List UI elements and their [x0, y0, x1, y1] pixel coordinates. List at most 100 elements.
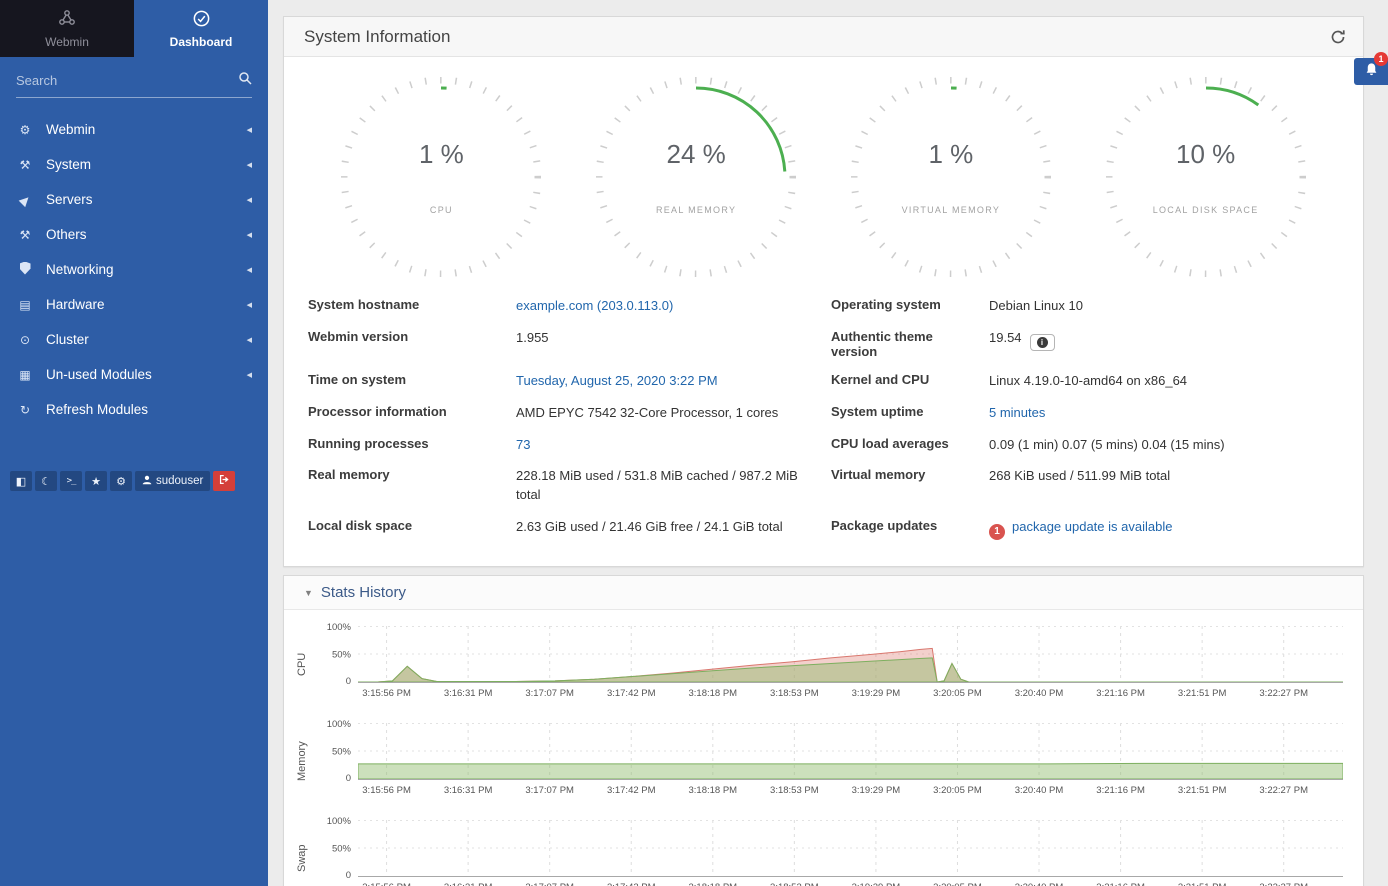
info-label: System hostname [308, 297, 516, 312]
package-count-badge: 1 [989, 524, 1005, 540]
star-icon: ★ [91, 475, 101, 488]
sidebar-item-hardware[interactable]: ▤ Hardware ◀ [0, 287, 268, 322]
gauge-value: 10 % [1106, 139, 1306, 170]
chevron-left-icon: ◀ [247, 266, 252, 274]
info-value: 268 KiB used / 511.99 MiB total [989, 467, 1339, 486]
chart-y-ticks: 100% 50% 0 [312, 626, 358, 683]
chart-plot-area [358, 723, 1343, 780]
tab-webmin[interactable]: Webmin [0, 0, 134, 57]
info-label: Package updates [831, 518, 989, 533]
main-content: System Information 1 % CPU [268, 0, 1388, 886]
system-information-panel: System Information 1 % CPU [283, 16, 1364, 567]
sidebar-item-refresh-modules[interactable]: ↻ Refresh Modules [0, 392, 268, 427]
sidebar-item-others[interactable]: ⚒ Others ◀ [0, 217, 268, 252]
info-value: 2.63 GiB used / 21.46 GiB free / 24.1 Gi… [516, 518, 831, 537]
chevron-left-icon: ◀ [247, 196, 252, 204]
chart-y-ticks: 100% 50% 0 [312, 723, 358, 780]
gauge-value: 24 % [596, 139, 796, 170]
gauge-value: 1 % [341, 139, 541, 170]
webmin-logo-icon [57, 8, 77, 31]
package-updates-link[interactable]: package update is available [1012, 519, 1172, 534]
chevron-left-icon: ◀ [247, 231, 252, 239]
wrench-icon: ⚒ [16, 158, 34, 172]
gauge-label: CPU [341, 205, 541, 215]
info-label: Local disk space [308, 518, 516, 533]
info-label: System uptime [831, 404, 989, 419]
sidebar-item-networking[interactable]: Networking ◀ [0, 252, 268, 287]
refresh-button[interactable] [1329, 28, 1347, 46]
sidebar-item-cluster[interactable]: ⊙ Cluster ◀ [0, 322, 268, 357]
sidebar-search [16, 71, 252, 98]
sidebar-item-label: Networking [46, 262, 114, 277]
gauges-row: 1 % CPU 24 % REAL MEMORY 1 % VIRTUAL MEM… [284, 57, 1363, 283]
gauge-local-disk-space: 10 % LOCAL DISK SPACE [1106, 77, 1306, 281]
chart-axis-title: Memory [292, 723, 312, 800]
sidebar-quickbar: ◧ ☾ >_ ★ ⚙ sudouser [0, 471, 268, 491]
info-value: 1.955 [516, 329, 831, 348]
notifications-button[interactable]: 1 [1354, 58, 1388, 85]
chevron-left-icon: ◀ [247, 301, 252, 309]
options-button[interactable]: ⚙ [110, 471, 132, 491]
time-on-system-link[interactable]: Tuesday, August 25, 2020 3:22 PM [516, 373, 718, 388]
hostname-link[interactable]: example.com (203.0.113.0) [516, 298, 673, 313]
stats-history-header[interactable]: ▼ Stats History [284, 576, 1363, 610]
chart-plot-area [358, 626, 1343, 683]
gauge-real-memory: 24 % REAL MEMORY [596, 77, 796, 281]
stats-history-title: Stats History [321, 584, 406, 601]
collapse-icon: ◧ [16, 475, 26, 488]
moon-icon: ☾ [41, 475, 51, 488]
modules-icon: ▦ [16, 368, 34, 382]
stats-history-panel: ▼ Stats History CPU 100% 50% 0 3:15:56 P… [283, 575, 1364, 886]
tab-dashboard[interactable]: Dashboard [134, 0, 268, 57]
search-icon[interactable] [238, 71, 252, 90]
gauge-label: REAL MEMORY [596, 205, 796, 215]
info-label: Operating system [831, 297, 989, 312]
system-information-header: System Information [284, 17, 1363, 57]
search-input[interactable] [16, 73, 238, 88]
night-mode-button[interactable]: ☾ [35, 471, 57, 491]
info-icon: i [1037, 337, 1048, 348]
collapse-sidebar-button[interactable]: ◧ [10, 471, 32, 491]
info-value: 0.09 (1 min) 0.07 (5 mins) 0.04 (15 mins… [989, 436, 1339, 455]
theme-info-badge[interactable]: i [1030, 334, 1055, 351]
collapse-caret-icon: ▼ [304, 588, 313, 598]
info-label: Processor information [308, 404, 516, 419]
terminal-button[interactable]: >_ [60, 471, 82, 491]
info-label: Real memory [308, 467, 516, 482]
chart-x-labels: 3:15:56 PM3:16:31 PM3:17:07 PM3:17:42 PM… [358, 683, 1343, 703]
terminal-icon: >_ [67, 476, 76, 486]
system-uptime-link[interactable]: 5 minutes [989, 405, 1045, 420]
chart-x-labels: 3:15:56 PM3:16:31 PM3:17:07 PM3:17:42 PM… [358, 877, 1343, 886]
chevron-left-icon: ◀ [247, 336, 252, 344]
logout-button[interactable] [213, 471, 235, 491]
sidebar-menu: ⚙ Webmin ◀ ⚒ System ◀ ▶ Servers ◀ ⚒ Othe… [0, 104, 268, 427]
sidebar-item-webmin[interactable]: ⚙ Webmin ◀ [0, 112, 268, 147]
gauge-value: 1 % [851, 139, 1051, 170]
gauge-label: VIRTUAL MEMORY [851, 205, 1051, 215]
user-icon [142, 475, 152, 488]
theme-version-value: 19.54 [989, 330, 1022, 345]
chart-cpu: CPU 100% 50% 0 3:15:56 PM3:16:31 PM3:17:… [292, 626, 1343, 703]
chevron-left-icon: ◀ [247, 371, 252, 379]
favorites-button[interactable]: ★ [85, 471, 107, 491]
sidebar-item-unused-modules[interactable]: ▦ Un-used Modules ◀ [0, 357, 268, 392]
sidebar-item-label: Refresh Modules [46, 402, 148, 417]
chart-axis-title: Swap [292, 820, 312, 886]
sidebar-item-label: Cluster [46, 332, 89, 347]
power-icon: ⊙ [16, 333, 34, 347]
logout-icon [219, 474, 230, 488]
running-processes-link[interactable]: 73 [516, 437, 530, 452]
info-value: 228.18 MiB used / 531.8 MiB cached / 987… [516, 467, 831, 505]
info-label: Running processes [308, 436, 516, 451]
info-label: Webmin version [308, 329, 516, 344]
system-info-table: System hostname example.com (203.0.113.0… [284, 283, 1363, 566]
chart-memory: Memory 100% 50% 0 3:15:56 PM3:16:31 PM3:… [292, 723, 1343, 800]
sidebar-item-system[interactable]: ⚒ System ◀ [0, 147, 268, 182]
user-button[interactable]: sudouser [135, 471, 210, 491]
chevron-left-icon: ◀ [247, 126, 252, 134]
info-value: Debian Linux 10 [989, 297, 1339, 316]
gauge-virtual-memory: 1 % VIRTUAL MEMORY [851, 77, 1051, 281]
tab-dashboard-label: Dashboard [170, 35, 233, 49]
sidebar-item-servers[interactable]: ▶ Servers ◀ [0, 182, 268, 217]
info-label: Virtual memory [831, 467, 989, 482]
